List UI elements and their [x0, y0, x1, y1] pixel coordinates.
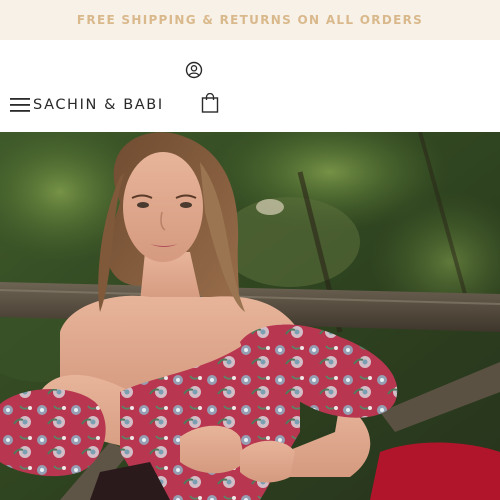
brand-logo[interactable]: SACHIN & BABI [33, 97, 164, 113]
site-header: SACHIN & BABI [0, 40, 500, 132]
account-icon[interactable] [185, 61, 203, 79]
menu-icon[interactable] [10, 97, 30, 113]
hero-image[interactable] [0, 132, 500, 500]
promo-banner: FREE SHIPPING & RETURNS ON ALL ORDERS [0, 0, 500, 40]
promo-text: FREE SHIPPING & RETURNS ON ALL ORDERS [76, 13, 424, 27]
shopping-bag-icon[interactable] [201, 92, 219, 113]
